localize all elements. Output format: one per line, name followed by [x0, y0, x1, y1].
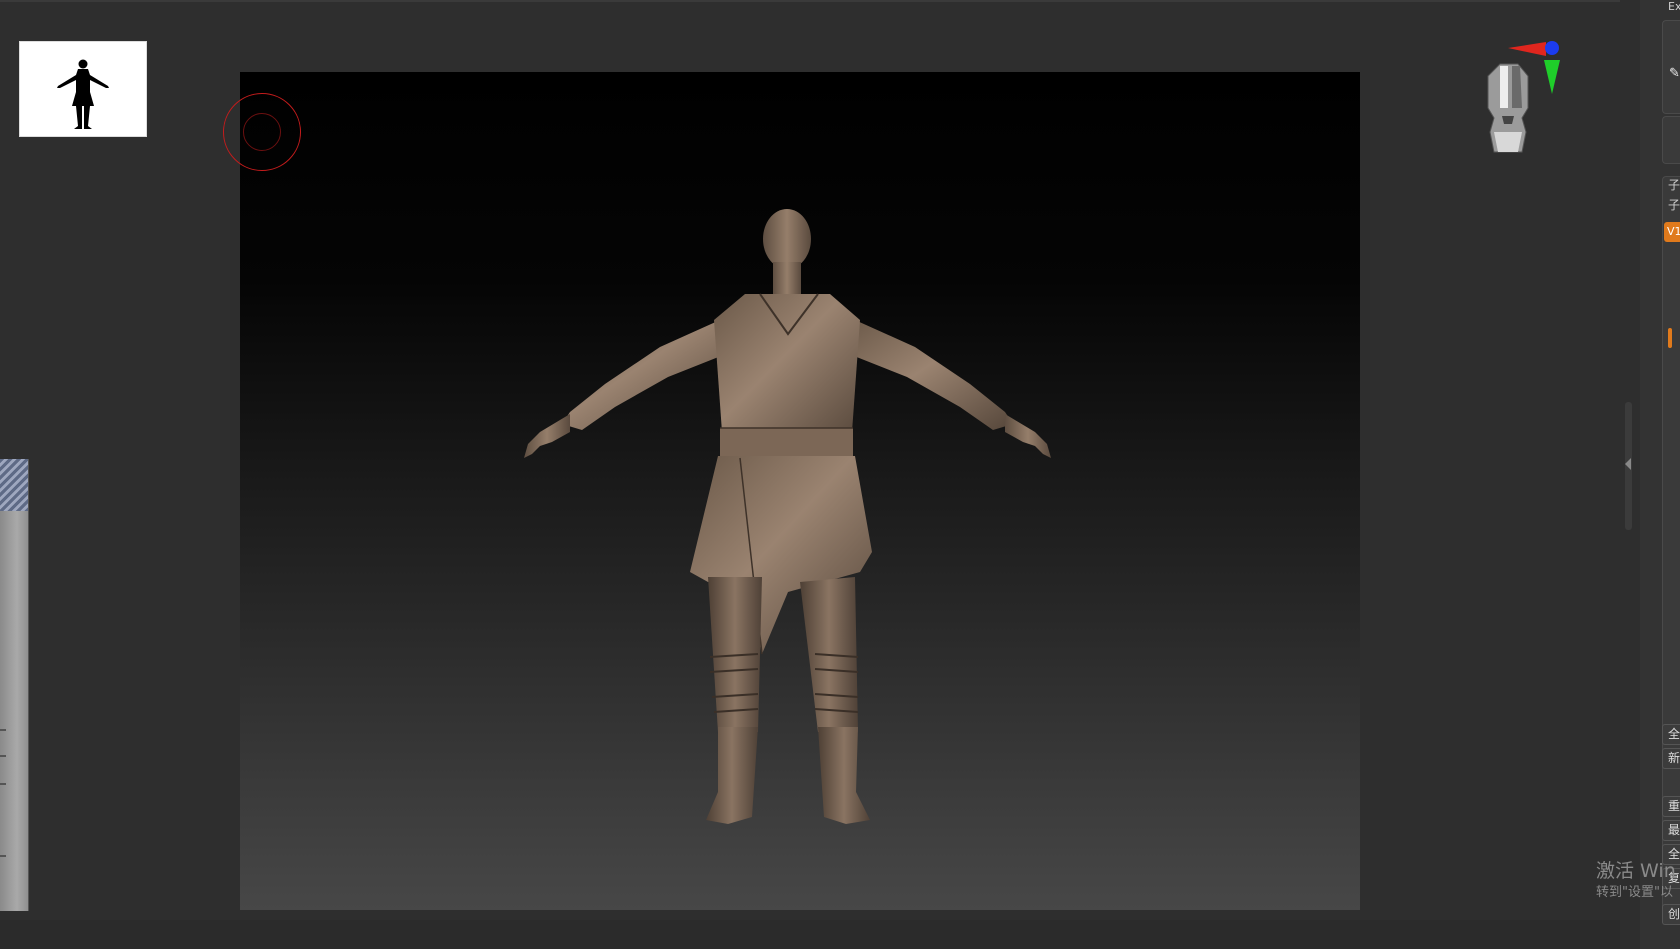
material-swatch [0, 459, 28, 511]
pen-icon: ✎ [1669, 66, 1680, 81]
activation-watermark: 激活 Win 转到"设置"以 [1596, 860, 1676, 902]
tray-button-4[interactable]: 最 [1662, 820, 1680, 841]
tray-mark [0, 755, 6, 757]
tray-mark [0, 783, 6, 785]
navigator-thumbnail[interactable] [19, 41, 147, 137]
subtool-version-badge[interactable]: V1 [1664, 222, 1680, 242]
tray-top-label: Ex [1668, 0, 1680, 13]
tray-button-3[interactable]: 重 [1662, 796, 1680, 817]
top-shelf [0, 0, 1620, 2]
collapse-arrow-icon [1625, 458, 1631, 470]
subtool-scroll-slider[interactable] [1668, 328, 1672, 348]
document-canvas[interactable] [240, 72, 1360, 910]
y-axis-arrow-icon [1544, 60, 1560, 94]
watermark-line-2: 转到"设置"以 [1596, 885, 1673, 900]
x-axis-arrow-icon [1508, 42, 1546, 56]
bottom-shelf [0, 920, 1620, 949]
brush-cursor [223, 93, 301, 171]
tray-mark [0, 729, 6, 731]
subtool-subtitle: 子 [1668, 198, 1680, 212]
z-axis-dot-icon [1545, 41, 1559, 55]
tray-button-7[interactable]: 创 [1662, 904, 1680, 925]
gizmo-head-icon [1487, 41, 1560, 153]
subtool-title: 子 [1668, 178, 1680, 192]
figure-silhouette-icon [57, 59, 109, 129]
watermark-line-1: 激活 Win [1596, 860, 1676, 882]
tool-slot-box[interactable] [1662, 116, 1680, 164]
tray-button-1[interactable]: 全 [1662, 724, 1680, 745]
brush-cursor-inner [243, 113, 281, 151]
sculpt-model [524, 209, 1051, 824]
tray-button-2[interactable]: 新 [1662, 748, 1680, 769]
panel-collapse-handle[interactable] [1625, 402, 1632, 530]
tray-mark [0, 855, 6, 857]
left-tray-panel[interactable] [0, 459, 29, 911]
orientation-gizmo[interactable] [1478, 36, 1588, 166]
